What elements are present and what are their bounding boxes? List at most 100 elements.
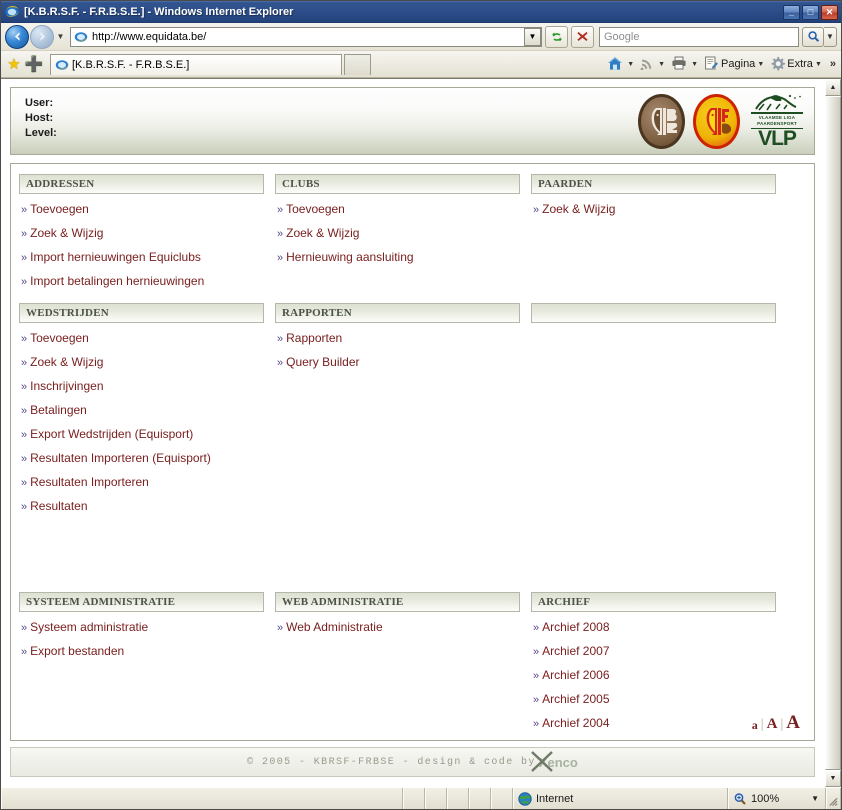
link-label: Toevoegen: [30, 202, 89, 216]
browser-tab[interactable]: [K.B.R.S.F. - F.R.B.S.E.]: [50, 53, 342, 75]
bullet-icon: »: [277, 333, 284, 346]
link-archief-2004[interactable]: » Archief 2004: [531, 712, 776, 736]
title-bar: [K.B.R.S.F. - F.R.B.S.E.] - Windows Inte…: [1, 1, 841, 23]
bullet-icon: »: [21, 477, 28, 490]
section-wedstrijden: WEDSTRIJDEN » Toevoegen » Zoek & Wijzig » I…: [19, 303, 264, 519]
maximize-button[interactable]: □: [802, 4, 819, 20]
link-archief-2007[interactable]: » Archief 2007: [531, 640, 776, 664]
link-label: Export bestanden: [30, 644, 125, 658]
search-placeholder: Google: [604, 30, 640, 43]
link-paarden-zoek-wijzig[interactable]: » Zoek & Wijzig: [531, 198, 776, 222]
security-zone-label: Internet: [536, 792, 574, 805]
bullet-icon: »: [533, 670, 540, 682]
tools-caret-icon[interactable]: ▼: [815, 61, 822, 68]
section-links-wedstrijden: » Toevoegen » Zoek & Wijzig » Inschrijvinge…: [19, 323, 264, 519]
section-title-archief: ARCHIEF: [531, 592, 776, 612]
link-label: Zoek & Wijzig: [30, 226, 104, 240]
forward-button[interactable]: [30, 24, 54, 49]
link-archief-2005[interactable]: » Archief 2005: [531, 688, 776, 712]
url-dropdown-button[interactable]: ▼: [524, 27, 541, 46]
font-size-medium-button[interactable]: A: [767, 717, 778, 732]
section-title-addressen: ADDRESSEN: [19, 174, 264, 194]
link-export-bestanden[interactable]: » Export bestanden: [19, 640, 264, 664]
search-button[interactable]: [802, 26, 824, 47]
scroll-up-button[interactable]: ▲: [825, 79, 841, 96]
link-wedstrijden-inschrijvingen[interactable]: » Inschrijvingen: [19, 375, 264, 399]
home-caret-icon[interactable]: ▼: [627, 61, 634, 68]
refresh-button[interactable]: [545, 25, 568, 48]
section-links-rapporten: » Rapporten » Query Builder: [275, 323, 520, 375]
bullet-icon: »: [21, 381, 28, 394]
scroll-down-button[interactable]: ▼: [825, 770, 841, 787]
link-web-administratie[interactable]: » Web Administratie: [275, 616, 520, 640]
section-row-2: WEDSTRIJDEN » Toevoegen » Zoek & Wijzig » I…: [19, 303, 806, 519]
link-addressen-zoek-wijzig[interactable]: » Zoek & Wijzig: [19, 222, 264, 246]
link-wedstrijden-resultaten-importeren-equisport[interactable]: » Resultaten Importeren (Equisport): [19, 447, 264, 471]
new-tab-button[interactable]: [344, 53, 371, 75]
favorites-center-icon[interactable]: ★: [4, 57, 24, 72]
status-slot-4: [469, 788, 491, 809]
scrollbar-track[interactable]: [825, 96, 841, 770]
link-addressen-toevoegen[interactable]: » Toevoegen: [19, 198, 264, 222]
link-wedstrijden-resultaten[interactable]: » Resultaten: [19, 495, 264, 519]
stop-button[interactable]: [571, 25, 594, 48]
link-clubs-toevoegen[interactable]: » Toevoegen: [275, 198, 520, 222]
close-button[interactable]: ✕: [821, 4, 838, 20]
resize-grip[interactable]: [826, 788, 841, 809]
bullet-icon: »: [533, 694, 540, 706]
history-dropdown-icon[interactable]: ▼: [54, 32, 67, 41]
link-addressen-import-betalingen[interactable]: » Import betalingen hernieuwingen: [19, 270, 264, 294]
link-archief-2006[interactable]: » Archief 2006: [531, 664, 776, 688]
link-rapporten-rapporten[interactable]: » Rapporten: [275, 327, 520, 351]
font-size-small-button[interactable]: a: [752, 718, 758, 732]
security-zone[interactable]: Internet: [513, 788, 728, 809]
vlp-horse-icon: [750, 93, 804, 112]
browser-window: [K.B.R.S.F. - F.R.B.S.E.] - Windows Inte…: [0, 0, 842, 810]
section-links-addressen: » Toevoegen » Zoek & Wijzig » Import hernie…: [19, 194, 264, 294]
print-button[interactable]: ▼: [670, 56, 702, 72]
link-wedstrijden-export-equisport[interactable]: » Export Wedstrijden (Equisport): [19, 423, 264, 447]
minimize-button[interactable]: _: [783, 4, 800, 20]
link-systeem-administratie[interactable]: » Systeem administratie: [19, 616, 264, 640]
link-clubs-zoek-wijzig[interactable]: » Zoek & Wijzig: [275, 222, 520, 246]
search-input[interactable]: Google: [599, 26, 799, 47]
bullet-icon: »: [21, 252, 28, 264]
link-clubs-hernieuwing-aansluiting[interactable]: » Hernieuwing aansluiting: [275, 246, 520, 270]
status-slot-2: [425, 788, 447, 809]
bullet-icon: »: [277, 204, 284, 216]
link-addressen-import-hernieuwingen[interactable]: » Import hernieuwingen Equiclubs: [19, 246, 264, 270]
feeds-button[interactable]: ▼: [639, 56, 669, 72]
section-web-administratie: WEB ADMINISTRATIE » Web Administratie: [275, 592, 520, 736]
link-rapporten-query-builder[interactable]: » Query Builder: [275, 351, 520, 375]
font-size-large-button[interactable]: A: [786, 713, 800, 732]
link-wedstrijden-resultaten-importeren[interactable]: » Resultaten Importeren: [19, 471, 264, 495]
page-viewport: User: Host: Level: VLAAMSE LIGA PAARDENS…: [1, 78, 841, 787]
link-wedstrijden-toevoegen[interactable]: » Toevoegen: [19, 327, 264, 351]
zoom-caret-icon[interactable]: ▼: [811, 794, 819, 803]
print-caret-icon[interactable]: ▼: [691, 61, 698, 68]
globe-icon: [518, 791, 532, 806]
link-wedstrijden-betalingen[interactable]: » Betalingen: [19, 399, 264, 423]
page-caret-icon[interactable]: ▼: [757, 61, 764, 68]
section-clubs: CLUBS » Toevoegen » Zoek & Wijzig » Hernieu…: [275, 174, 520, 294]
internet-explorer-icon: [4, 4, 20, 20]
add-favorite-icon[interactable]: ➕: [24, 57, 44, 72]
section-links-web-administratie: » Web Administratie: [275, 612, 520, 640]
link-archief-2008[interactable]: » Archief 2008: [531, 616, 776, 640]
home-button[interactable]: ▼: [606, 56, 638, 73]
address-bar[interactable]: http://www.equidata.be/ ▼: [70, 26, 542, 47]
bullet-icon: »: [533, 646, 540, 658]
link-label: Export Wedstrijden (Equisport): [30, 427, 194, 442]
vertical-scrollbar[interactable]: ▲ ▼: [824, 79, 841, 787]
home-icon: [607, 56, 623, 73]
scrollbar-thumb[interactable]: [825, 96, 841, 770]
frbse-logo: [693, 93, 740, 149]
search-dropdown-icon[interactable]: ▼: [824, 26, 837, 47]
back-button[interactable]: [5, 24, 29, 49]
zoom-control[interactable]: 100% ▼: [728, 788, 826, 809]
tools-menu-button[interactable]: Extra ▼: [769, 56, 826, 73]
link-wedstrijden-zoek-wijzig[interactable]: » Zoek & Wijzig: [19, 351, 264, 375]
page-menu-button[interactable]: Pagina ▼: [703, 56, 768, 72]
toolbar-overflow-icon[interactable]: »: [830, 58, 836, 70]
bullet-icon: »: [21, 646, 28, 658]
